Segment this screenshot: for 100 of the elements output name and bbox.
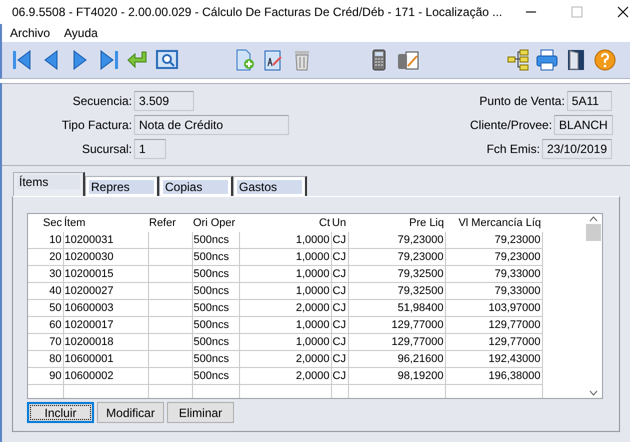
table-cell: 2,0000 (239, 368, 331, 384)
field-label: Fch Emis: (486, 142, 540, 156)
column-header: Ítem (63, 214, 148, 232)
table-cell: 129,77000 (445, 316, 542, 334)
column-header: Refer (148, 214, 192, 232)
input-field[interactable]: 23/10/2019 (542, 139, 612, 159)
action-button[interactable]: Modificar (97, 402, 164, 423)
table-cell: 40 (28, 282, 63, 300)
print-icon[interactable] (535, 48, 559, 72)
tab[interactable]: Ítems (13, 172, 85, 196)
table-cell: 500ncs (192, 368, 239, 384)
table-cell: 129,77000 (445, 334, 542, 350)
table-cell: CJ (331, 368, 348, 384)
table-cell: 79,23000 (445, 248, 542, 266)
field-label: Secuencia: (72, 94, 132, 108)
table-cell: 80 (28, 350, 63, 368)
table-cell: 500ncs (192, 248, 239, 266)
table-cell: 50 (28, 300, 63, 316)
table-cell: 10200018 (63, 334, 148, 350)
table-cell: 79,33000 (445, 266, 542, 282)
table-cell: 90 (28, 368, 63, 384)
table-cell: 2,0000 (239, 300, 331, 316)
table-cell: 500ncs (192, 350, 239, 368)
table-cell: 500ncs (192, 316, 239, 334)
table-cell: 103,97000 (445, 300, 542, 316)
field-label: Punto de Venta: (478, 94, 565, 108)
table-cell: 79,23000 (445, 232, 542, 248)
table-cell: 30 (28, 266, 63, 282)
table-cell: 79,23000 (348, 248, 445, 266)
scroll-down-icon[interactable] (589, 390, 598, 396)
table-cell: 1,0000 (239, 334, 331, 350)
table-cell: 192,43000 (445, 350, 542, 368)
table-cell: 129,77000 (348, 316, 445, 334)
input-field[interactable]: BLANCH (554, 115, 613, 135)
table-cell: CJ (331, 350, 348, 368)
input-field[interactable]: 1 (134, 139, 166, 159)
column-header: Ct (239, 214, 331, 232)
tree-icon[interactable] (506, 48, 530, 72)
table-cell: CJ (331, 282, 348, 300)
table-cell: 10200017 (63, 316, 148, 334)
table-cell: 500ncs (192, 232, 239, 248)
table-cell: 10 (28, 232, 63, 248)
table-cell: 1,0000 (239, 248, 331, 266)
table-cell: 98,19200 (348, 368, 445, 384)
table-cell: 1,0000 (239, 266, 331, 282)
menu-item[interactable]: Ayuda (64, 26, 98, 40)
field-label: Cliente/Provee: (470, 118, 552, 132)
table-cell: 129,77000 (348, 334, 445, 350)
column-header: Sec (28, 214, 63, 232)
table-cell: 51,98400 (348, 300, 445, 316)
table-cell: 500ncs (192, 300, 239, 316)
tab[interactable]: Copias (159, 176, 233, 196)
table-cell: 10200030 (63, 248, 148, 266)
input-field[interactable]: Nota de Crédito (134, 115, 289, 135)
table-cell: 79,32500 (348, 266, 445, 282)
table-cell: CJ (331, 232, 348, 248)
action-button[interactable]: Incluir (27, 402, 94, 423)
table-cell: 10600001 (63, 350, 148, 368)
help-icon[interactable] (593, 48, 617, 72)
column-header: Pre Liq (348, 214, 445, 232)
table-cell: 10200015 (63, 266, 148, 282)
table-cell: 10200027 (63, 282, 148, 300)
table-cell: 10600002 (63, 368, 148, 384)
table-cell: 79,33000 (445, 282, 542, 300)
table-cell: 96,21600 (348, 350, 445, 368)
table-cell: 10600003 (63, 300, 148, 316)
table-cell: 500ncs (192, 334, 239, 350)
column-header: Ori Oper (192, 214, 239, 232)
table-cell: 500ncs (192, 266, 239, 282)
column-header: Vl Mercancía Líq (445, 214, 542, 232)
menu-item[interactable]: Archivo (10, 26, 50, 40)
table-cell: 20 (28, 248, 63, 266)
table-cell: 79,32500 (348, 282, 445, 300)
table-cell: CJ (331, 334, 348, 350)
column-header: Un (331, 214, 348, 232)
table-cell: 1,0000 (239, 232, 331, 248)
tab[interactable]: Gastos (233, 176, 307, 196)
table-cell: 60 (28, 316, 63, 334)
table-cell: 196,38000 (445, 368, 542, 384)
table-cell: 1,0000 (239, 282, 331, 300)
tab[interactable]: Repres (85, 176, 159, 196)
table-cell: CJ (331, 248, 348, 266)
table-cell: 10200031 (63, 232, 148, 248)
action-button[interactable]: Eliminar (167, 402, 234, 423)
table-cell: 500ncs (192, 282, 239, 300)
scroll-up-icon[interactable] (589, 216, 598, 222)
input-field[interactable]: 3.509 (134, 91, 194, 111)
field-label: Tipo Factura: (60, 118, 132, 132)
table-cell: 70 (28, 334, 63, 350)
table-cell: 79,23000 (348, 232, 445, 248)
table-cell: CJ (331, 316, 348, 334)
table-cell: 2,0000 (239, 350, 331, 368)
preview-icon[interactable] (155, 48, 179, 72)
table-cell: CJ (331, 300, 348, 316)
scrollbar-thumb[interactable] (586, 224, 601, 241)
table-cell: CJ (331, 266, 348, 282)
input-field[interactable]: 5A11 (566, 91, 612, 111)
field-label: Sucursal: (80, 142, 132, 156)
window-title: 06.9.5508 - FT4020 - 2.00.00.029 - Cálculo De Facturas De Créd/Déb - 171 - Localização ... (12, 5, 502, 19)
table-cell: 1,0000 (239, 316, 331, 334)
